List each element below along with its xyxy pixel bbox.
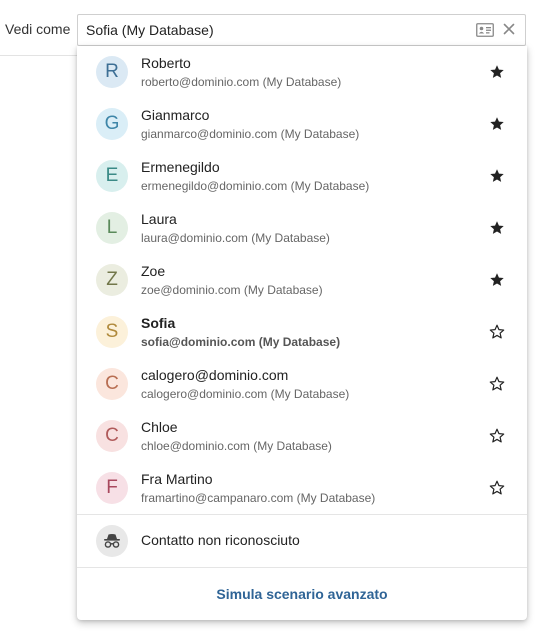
avatar: G — [96, 108, 128, 140]
selected-contact: Sofia (My Database) — [86, 22, 214, 38]
avatar: F — [96, 472, 128, 504]
contact-email: chloe@dominio.com (My Database) — [141, 439, 332, 453]
contact-option[interactable]: C Chloe chloe@dominio.com (My Database) — [77, 410, 527, 462]
contact-name: Roberto — [141, 55, 191, 71]
view-as-select[interactable]: Sofia (My Database) — [77, 14, 526, 46]
contact-option[interactable]: Z Zoe zoe@dominio.com (My Database) — [77, 254, 527, 306]
contact-option[interactable]: R Roberto roberto@dominio.com (My Database… — [77, 46, 527, 98]
divider — [77, 567, 527, 568]
contact-option[interactable]: G Gianmarco gianmarco@dominio.com (My Data… — [77, 98, 527, 150]
star-filled-icon[interactable] — [489, 220, 505, 236]
avatar: Z — [96, 264, 128, 296]
contact-email: roberto@dominio.com (My Database) — [141, 75, 342, 89]
contact-option[interactable]: E Ermenegildo ermenegildo@dominio.com (My … — [77, 150, 527, 202]
contact-email: zoe@dominio.com (My Database) — [141, 283, 323, 297]
contact-name: Ermenegildo — [141, 159, 220, 175]
contact-name: Zoe — [141, 263, 166, 279]
contact-email: ermenegildo@dominio.com (My Database) — [141, 179, 370, 193]
divider — [0, 55, 80, 56]
star-filled-icon[interactable] — [489, 116, 505, 132]
contact-email: gianmarco@dominio.com (My Database) — [141, 127, 360, 141]
unknown-contact-option[interactable]: Contatto non riconosciuto — [77, 515, 527, 567]
avatar: C — [96, 420, 128, 452]
contact-name: calogero@dominio.com — [141, 367, 289, 383]
contact-card-icon[interactable] — [476, 23, 494, 37]
close-icon[interactable] — [501, 21, 517, 37]
avatar: R — [96, 56, 128, 88]
contact-name: Sofia — [141, 315, 176, 331]
star-outline-icon[interactable] — [489, 480, 505, 496]
contact-option[interactable]: S Sofia sofia@dominio.com (My Database) — [77, 306, 527, 358]
avatar: S — [96, 316, 128, 348]
contact-list: R Roberto roberto@dominio.com (My Database… — [77, 46, 527, 514]
avatar: L — [96, 212, 128, 244]
contact-name: Gianmarco — [141, 107, 210, 123]
view-as-label: Vedi come — [5, 21, 71, 37]
unknown-contact-label: Contatto non riconosciuto — [141, 532, 300, 548]
star-filled-icon[interactable] — [489, 272, 505, 288]
star-outline-icon[interactable] — [489, 324, 505, 340]
avatar: E — [96, 160, 128, 192]
star-outline-icon[interactable] — [489, 428, 505, 444]
contact-email: laura@dominio.com (My Database) — [141, 231, 330, 245]
star-filled-icon[interactable] — [489, 64, 505, 80]
star-filled-icon[interactable] — [489, 168, 505, 184]
contact-option[interactable]: F Fra Martino framartino@campanaro.com (My… — [77, 462, 527, 514]
contact-dropdown: R Roberto roberto@dominio.com (My Database… — [77, 46, 527, 620]
avatar: C — [96, 368, 128, 400]
contact-email: calogero@dominio.com (My Database) — [141, 387, 350, 401]
star-outline-icon[interactable] — [489, 376, 505, 392]
contact-name: Fra Martino — [141, 471, 213, 487]
contact-email: framartino@campanaro.com (My Database) — [141, 491, 376, 505]
contact-option[interactable]: L Laura laura@dominio.com (My Database) — [77, 202, 527, 254]
contact-name: Laura — [141, 211, 177, 227]
contact-name: Chloe — [141, 419, 178, 435]
incognito-icon — [96, 525, 128, 557]
simulate-advanced-scenario-link[interactable]: Simula scenario avanzato — [77, 586, 527, 602]
contact-email: sofia@dominio.com (My Database) — [141, 335, 341, 349]
contact-option[interactable]: Ccalogero@dominio.com calogero@dominio.co… — [77, 358, 527, 410]
